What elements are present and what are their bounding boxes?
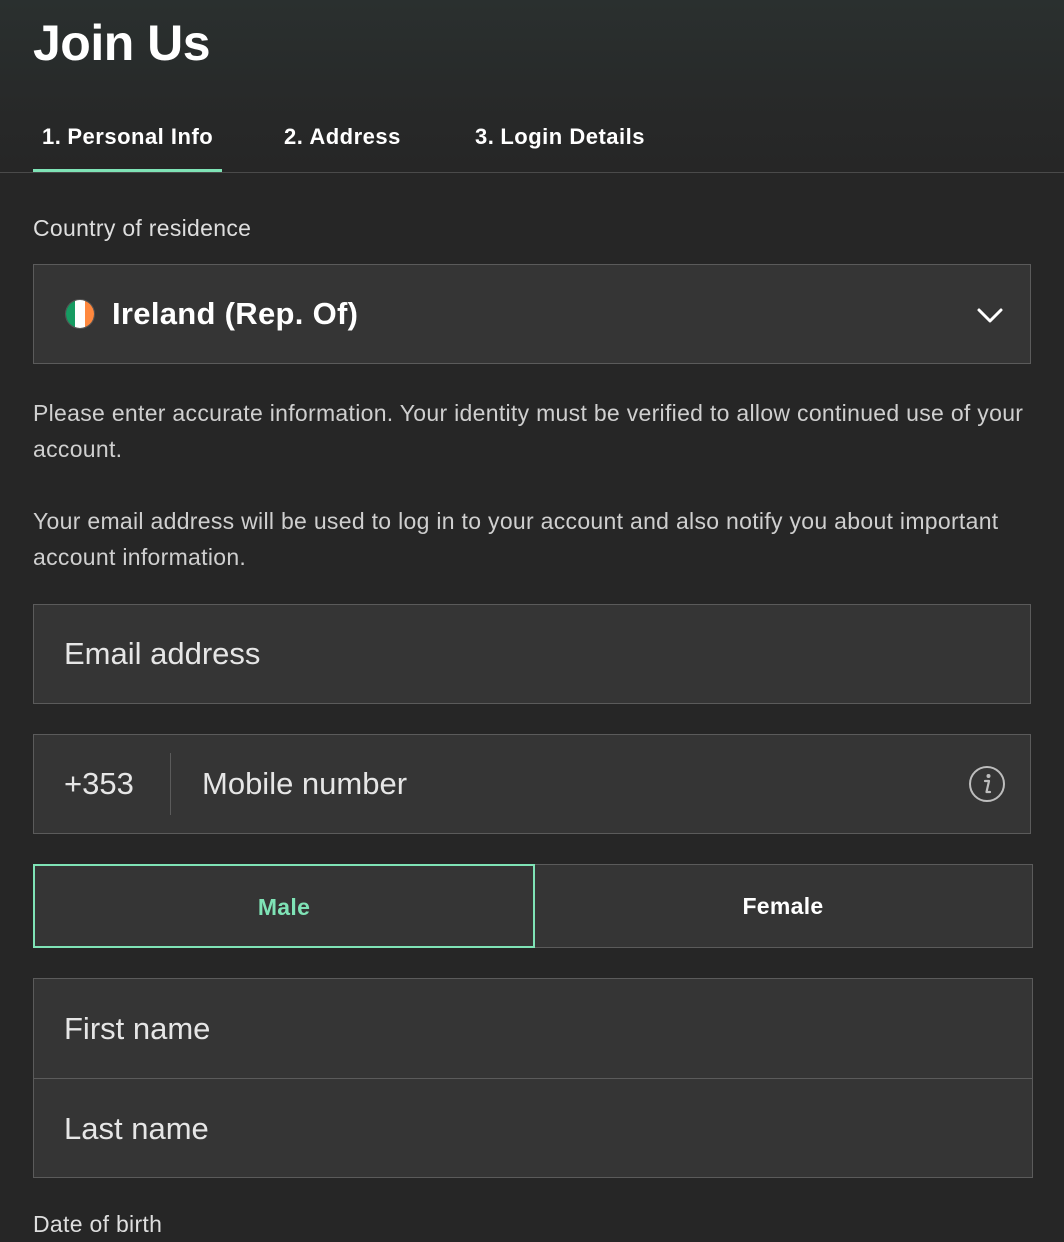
prefix-divider (170, 753, 171, 815)
info-icon[interactable] (968, 765, 1006, 803)
tab-login-details[interactable]: 3. Login Details (475, 104, 645, 170)
tab-address[interactable]: 2. Address (284, 104, 401, 170)
step-number: 2. (284, 124, 304, 149)
tab-personal-info[interactable]: 1. Personal Info (33, 104, 223, 172)
mobile-input[interactable] (202, 735, 942, 833)
first-name-field[interactable] (34, 979, 1032, 1079)
country-label: Country of residence (33, 215, 252, 241)
email-input[interactable] (64, 605, 964, 703)
country-select[interactable]: Ireland (Rep. Of) (33, 264, 1031, 364)
registration-page: Join Us 1. Personal Info 2. Address 3. Logi… (0, 0, 1064, 1242)
step-tabs: 1. Personal Info 2. Address 3. Login Detail… (0, 104, 1064, 173)
mobile-field[interactable]: +353 (33, 734, 1031, 834)
dob-label: Date of birth (33, 1211, 163, 1237)
country-code-prefix[interactable]: +353 (64, 735, 134, 833)
gender-female-button[interactable]: Female (533, 864, 1033, 948)
page-title: Join Us (33, 15, 211, 71)
first-name-input[interactable] (64, 979, 964, 1078)
email-field[interactable] (33, 604, 1031, 704)
last-name-input[interactable] (64, 1079, 964, 1178)
step-number: 3. (475, 124, 495, 149)
country-value: Ireland (Rep. Of) (112, 296, 359, 331)
identity-notice: Please enter accurate information. Your … (33, 400, 1024, 462)
step-number: 1. (42, 124, 62, 149)
chevron-down-icon (977, 308, 1003, 323)
step-label: Address (309, 124, 401, 149)
name-fields (33, 978, 1033, 1178)
email-notice: Your email address will be used to log i… (33, 508, 999, 570)
gender-selector: Male Female (33, 864, 1033, 948)
step-label: Login Details (500, 124, 645, 149)
step-label: Personal Info (67, 124, 214, 149)
gender-male-button[interactable]: Male (33, 864, 535, 948)
last-name-field[interactable] (34, 1079, 1032, 1178)
ireland-flag-icon (65, 299, 95, 329)
